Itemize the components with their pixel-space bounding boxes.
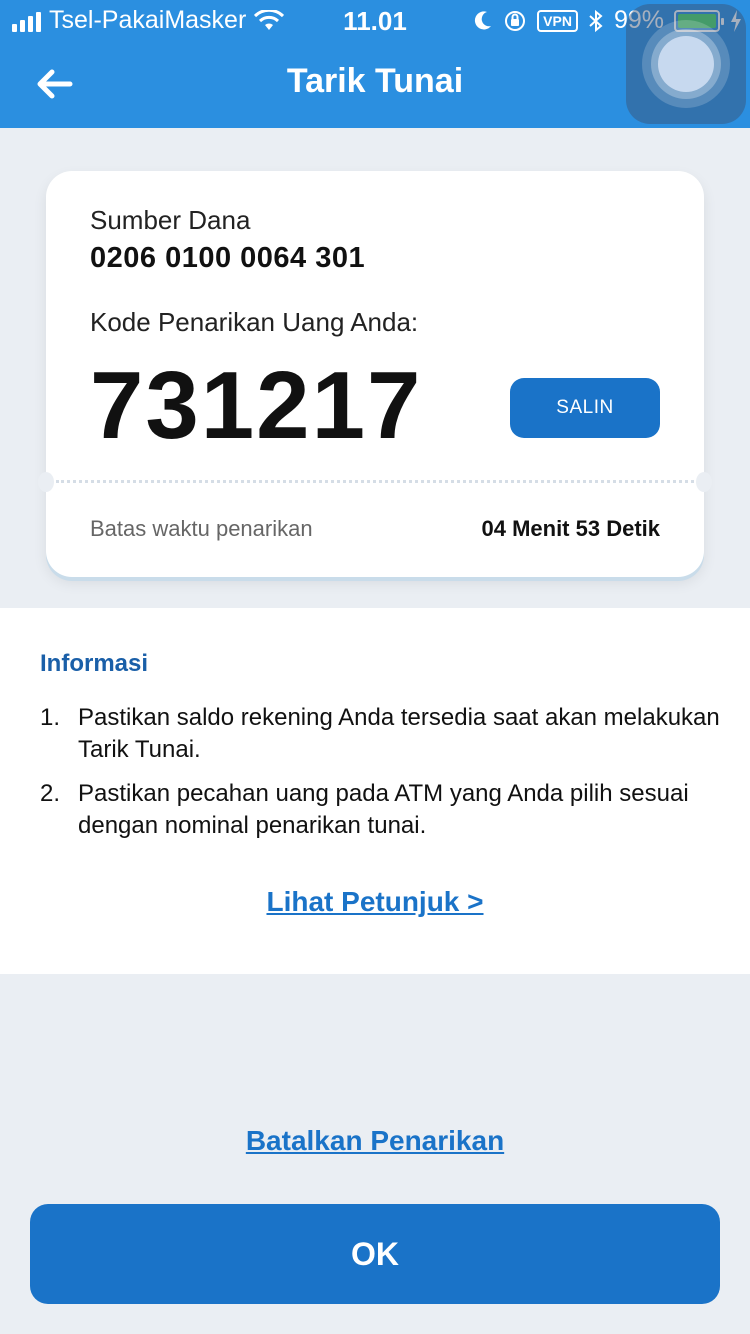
dotted-divider <box>56 480 694 483</box>
ok-button[interactable]: OK <box>30 1204 720 1304</box>
copy-button[interactable]: SALIN <box>510 378 660 438</box>
info-title: Informasi <box>40 650 149 677</box>
list-item: 2. Pastikan pecahan uang pada ATM yang A… <box>40 778 720 842</box>
withdrawal-code: 731217 <box>90 352 423 459</box>
code-label: Kode Penarikan Uang Anda: <box>90 307 419 337</box>
info-list: 1. Pastikan saldo rekening Anda tersedia… <box>40 702 720 854</box>
source-label: Sumber Dana <box>90 205 251 235</box>
info-section: Informasi 1. Pastikan saldo rekening And… <box>0 608 750 974</box>
list-item-text: Pastikan saldo rekening Anda tersedia sa… <box>78 704 720 763</box>
list-item-number: 1. <box>40 704 61 731</box>
time-limit-value: 04 Menit 53 Detik <box>481 516 660 541</box>
withdrawal-card: Sumber Dana 0206 0100 0064 301 Kode Pena… <box>38 171 712 577</box>
list-item: 1. Pastikan saldo rekening Anda tersedia… <box>40 702 720 766</box>
vpn-badge: VPN <box>537 9 578 32</box>
time-limit-label: Batas waktu penarikan <box>90 516 313 541</box>
rotation-lock-icon <box>505 10 526 31</box>
list-item-number: 2. <box>40 780 61 807</box>
source-account-number: 0206 0100 0064 301 <box>90 242 366 274</box>
assistive-touch-button[interactable] <box>626 4 746 124</box>
cancel-withdrawal-link[interactable]: Batalkan Penarikan <box>0 1125 750 1157</box>
view-instructions-link[interactable]: Lihat Petunjuk > <box>0 886 750 918</box>
list-item-text: Pastikan pecahan uang pada ATM yang Anda… <box>78 780 689 839</box>
bluetooth-icon <box>589 9 603 32</box>
ticket-notch-right <box>696 472 712 492</box>
moon-icon <box>475 10 492 29</box>
ticket-notch-left <box>38 472 54 492</box>
